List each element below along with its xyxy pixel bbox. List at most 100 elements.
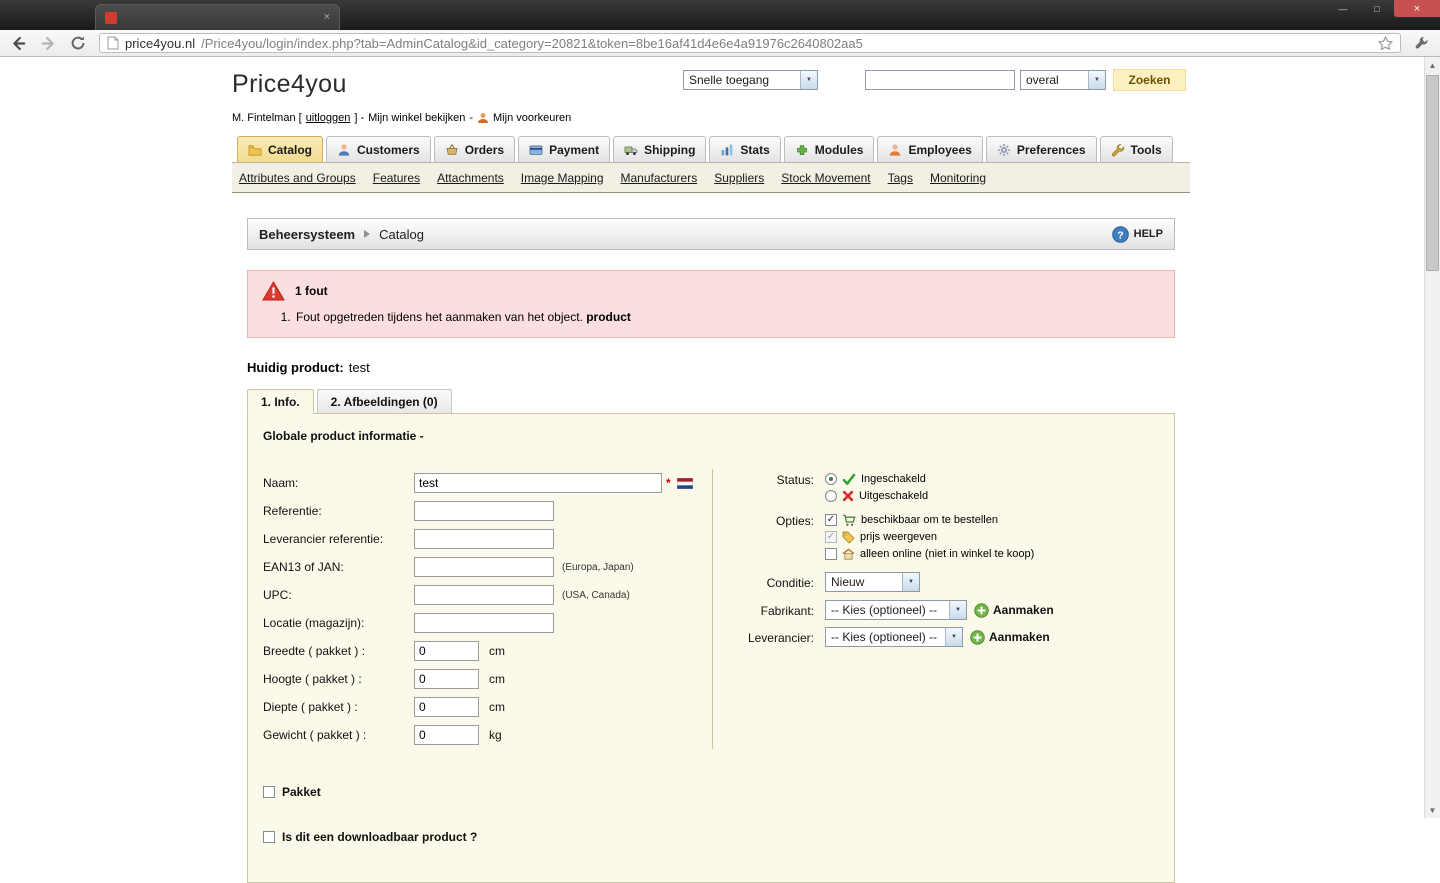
online-only-option: alleen online (niet in winkel te koop)	[825, 546, 1034, 562]
scrollbar-thumb[interactable]	[1426, 75, 1439, 271]
reload-icon[interactable]	[70, 35, 86, 51]
quick-access-select[interactable]: Snelle toegang ▼	[683, 70, 818, 90]
breadcrumb-root[interactable]: Beheersysteem	[259, 227, 355, 242]
preferences-link[interactable]: Mijn voorkeuren	[493, 112, 571, 124]
pakket-checkbox[interactable]	[263, 786, 275, 798]
add-supplier-link[interactable]: Aanmaken	[970, 629, 1050, 645]
ean13-input[interactable]	[414, 557, 554, 577]
locatie-input[interactable]	[414, 613, 554, 633]
leverancier-referentie-input[interactable]	[414, 529, 554, 549]
window-close-button[interactable]: ×	[1394, 0, 1440, 17]
tab-close-icon[interactable]: ×	[324, 12, 330, 23]
breadcrumb-current: Catalog	[379, 226, 424, 242]
search-scope-select[interactable]: overal ▼	[1020, 70, 1106, 90]
help-button[interactable]: ? HELP	[1111, 225, 1163, 243]
wrench-menu-icon[interactable]	[1414, 35, 1430, 51]
condition-select[interactable]: Nieuw ▼	[825, 572, 920, 592]
form-row-upc: UPC: (USA, Canada)	[263, 581, 712, 609]
browser-tab[interactable]: ×	[95, 4, 340, 30]
form-row-gewicht: Gewicht ( pakket ) : kg	[263, 721, 712, 749]
gewicht-input[interactable]	[414, 725, 479, 745]
logout-link[interactable]: uitloggen	[306, 112, 351, 124]
tab-modules[interactable]: Modules	[783, 136, 875, 162]
submenu-features[interactable]: Features	[373, 171, 420, 185]
error-header: 1 fout	[262, 281, 1160, 301]
leverancier-label: Leverancier:	[747, 630, 814, 645]
supplier-select[interactable]: -- Kies (optioneel) -- ▼	[825, 627, 963, 647]
tab-shipping[interactable]: Shipping	[613, 136, 707, 162]
scroll-down-icon[interactable]: ▼	[1425, 802, 1440, 818]
submenu-manufacturers[interactable]: Manufacturers	[621, 171, 698, 185]
online-only-checkbox[interactable]	[825, 548, 837, 560]
tab-preferences[interactable]: Preferences	[985, 136, 1097, 162]
chevron-down-icon: ▼	[949, 601, 966, 619]
condition-value: Nieuw	[831, 575, 865, 589]
admin-search-input[interactable]	[865, 70, 1015, 90]
bookmark-star-icon[interactable]	[1378, 35, 1393, 51]
product-form-panel: Globale product informatie - Naam: * Ref…	[247, 413, 1175, 883]
nl-flag-icon[interactable]	[676, 477, 693, 489]
gewicht-unit: kg	[489, 728, 502, 742]
breedte-input[interactable]	[414, 641, 479, 661]
tab-tools[interactable]: Tools	[1099, 136, 1173, 162]
tab-label: Stats	[740, 142, 770, 157]
tab-employees[interactable]: Employees	[877, 136, 983, 162]
status-disabled-radio[interactable]	[825, 490, 837, 502]
window-maximize-button[interactable]: □	[1360, 0, 1394, 17]
page-scrollbar[interactable]: ▲ ▼	[1424, 57, 1440, 818]
error-title: 1 fout	[295, 284, 328, 298]
tab-payment[interactable]: Payment	[518, 136, 611, 162]
upc-input[interactable]	[414, 585, 554, 605]
upc-label: UPC:	[263, 588, 292, 602]
diepte-input[interactable]	[414, 697, 479, 717]
status-row: Status: Ingeschakeld Uitgeschakeld	[713, 471, 1159, 504]
tab-label: Modules	[814, 142, 864, 157]
available-for-order-checkbox[interactable]	[825, 514, 837, 526]
downloadable-checkbox[interactable]	[263, 831, 275, 843]
price-tag-icon	[842, 531, 855, 544]
tab-orders[interactable]: Orders	[433, 136, 516, 162]
gewicht-label: Gewicht ( pakket ) :	[263, 728, 367, 742]
show-price-text: prijs weergeven	[860, 531, 938, 543]
error-panel: 1 fout Fout opgetreden tijdens het aanma…	[247, 270, 1175, 338]
upc-note: (USA, Canada)	[562, 589, 630, 601]
scroll-up-icon[interactable]: ▲	[1425, 57, 1440, 73]
tab-images[interactable]: 2. Afbeeldingen (0)	[316, 389, 452, 414]
breedte-unit: cm	[489, 644, 505, 658]
url-bar[interactable]: price4you.nl /Price4you/login/index.php?…	[99, 33, 1401, 53]
add-supplier-text: Aanmaken	[989, 630, 1050, 644]
manufacturer-select[interactable]: -- Kies (optioneel) -- ▼	[825, 600, 967, 620]
view-shop-link[interactable]: Mijn winkel bekijken	[368, 112, 465, 124]
submenu-attributes-and-groups[interactable]: Attributes and Groups	[239, 171, 356, 185]
tab-customers[interactable]: Customers	[326, 136, 431, 162]
window-minimize-button[interactable]: —	[1326, 0, 1360, 17]
tab-catalog[interactable]: Catalog	[237, 136, 324, 162]
status-disabled-option: Uitgeschakeld	[825, 488, 928, 504]
submenu-image-mapping[interactable]: Image Mapping	[521, 171, 604, 185]
diepte-unit: cm	[489, 700, 505, 714]
downloadable-label: Is dit een downloadbaar product ?	[282, 830, 478, 844]
referentie-input[interactable]	[414, 501, 554, 521]
store-icon	[842, 547, 855, 561]
employees-icon	[888, 143, 902, 157]
user-name: M. Fintelman [	[232, 112, 302, 124]
submenu-attachments[interactable]: Attachments	[437, 171, 504, 185]
pakket-row: Pakket	[263, 785, 1159, 799]
submenu-suppliers[interactable]: Suppliers	[714, 171, 764, 185]
opties-options: beschikbaar om te bestellen prijs weerge…	[825, 512, 1034, 562]
submenu-stock-movement[interactable]: Stock Movement	[781, 171, 870, 185]
status-enabled-radio[interactable]	[825, 473, 837, 485]
submenu-monitoring[interactable]: Monitoring	[930, 171, 986, 185]
tab-label: Tools	[1130, 142, 1162, 157]
submenu-tags[interactable]: Tags	[888, 171, 913, 185]
hoogte-input[interactable]	[414, 669, 479, 689]
naam-input[interactable]	[414, 473, 662, 493]
tab-stats[interactable]: Stats	[709, 136, 781, 162]
status-disabled-text: Uitgeschakeld	[859, 490, 929, 502]
show-price-checkbox[interactable]	[825, 531, 837, 543]
back-icon[interactable]	[10, 35, 27, 52]
tab-info[interactable]: 1. Info.	[247, 389, 314, 414]
search-submit-button[interactable]: Zoeken	[1113, 69, 1186, 91]
forward-icon[interactable]	[40, 35, 57, 52]
add-manufacturer-link[interactable]: Aanmaken	[974, 602, 1054, 618]
